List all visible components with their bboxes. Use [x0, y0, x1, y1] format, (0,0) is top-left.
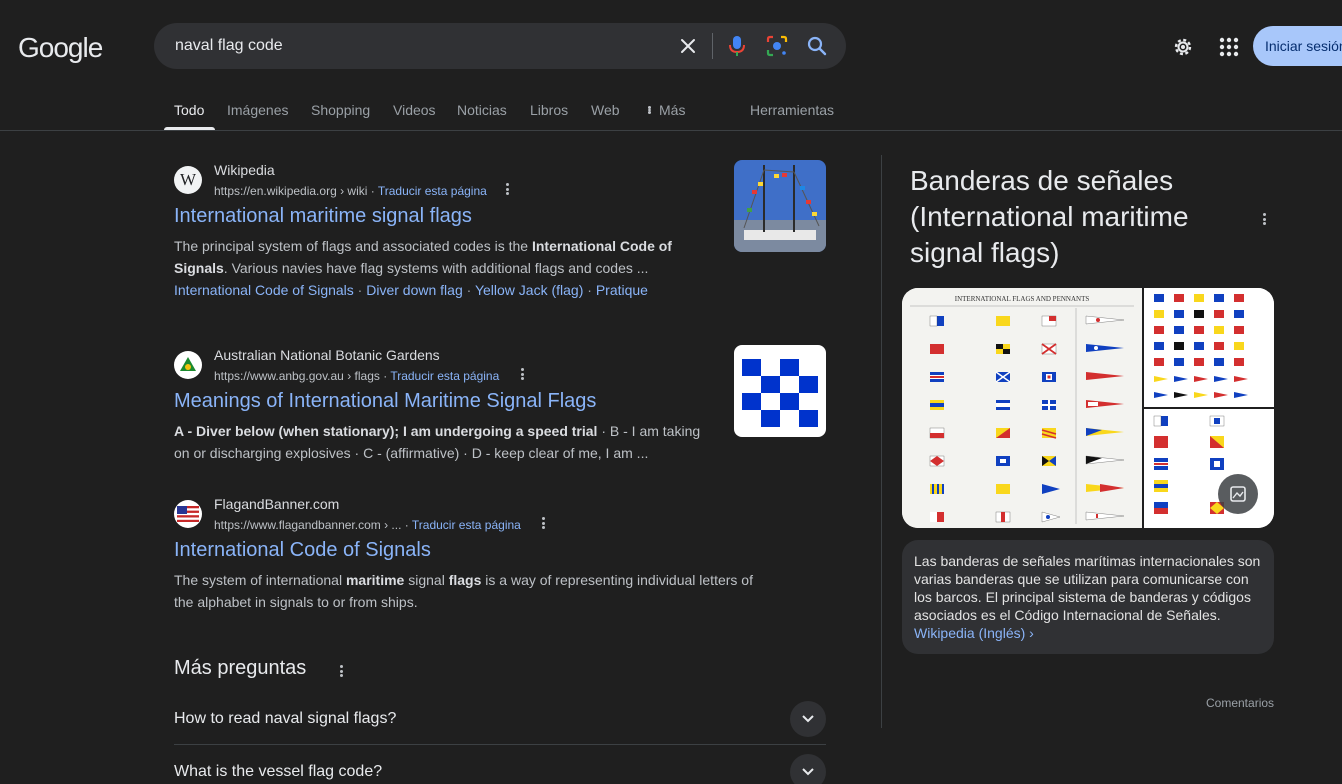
result-menu-icon[interactable]: [500, 181, 514, 197]
wikipedia-source-link[interactable]: Wikipedia (Inglés) ›: [914, 625, 1034, 641]
search-result: FlagandBanner.com https://www.flagandban…: [174, 496, 774, 616]
result-menu-icon[interactable]: [515, 366, 529, 382]
chevron-down-icon[interactable]: [790, 701, 826, 737]
tab-videos[interactable]: Videos: [393, 102, 436, 118]
chevron-right-icon: ›: [1029, 625, 1034, 641]
result-menu-icon[interactable]: [536, 515, 550, 531]
knowledge-panel-divider: [881, 155, 882, 728]
search-box[interactable]: [154, 23, 846, 69]
chevron-down-icon[interactable]: [790, 754, 826, 784]
sitelink[interactable]: Pratique: [596, 282, 648, 298]
search-result: W Wikipedia https://en.wikipedia.org › w…: [174, 162, 714, 302]
tab-all[interactable]: Todo: [174, 102, 204, 118]
anbg-favicon-icon: [174, 351, 202, 379]
search-result: Australian National Botanic Gardens http…: [174, 347, 714, 467]
knowledge-panel-menu-icon[interactable]: [1257, 211, 1271, 227]
result-site-name: Wikipedia: [214, 162, 275, 178]
translate-link[interactable]: Traducir esta página: [390, 369, 499, 383]
result-url-text: https://www.flagandbanner.com › ...: [214, 518, 402, 532]
knowledge-panel-title: Banderas de señales (International marit…: [910, 165, 1189, 268]
question-text: What is the vessel flag code?: [174, 763, 383, 780]
knowledge-panel-images[interactable]: INTERNATIONAL FLAGS AND PENNANTS: [902, 288, 1274, 528]
tools-button[interactable]: Herramientas: [750, 102, 834, 118]
question-text: How to read naval signal flags?: [174, 710, 397, 727]
lens-search-icon[interactable]: [765, 34, 789, 58]
result-url[interactable]: https://www.anbg.gov.au › flags · Traduc…: [214, 369, 499, 383]
result-site-name: Australian National Botanic Gardens: [214, 347, 440, 363]
feedback-link[interactable]: Comentarios: [1206, 696, 1274, 710]
sitelink[interactable]: Diver down flag: [366, 282, 463, 298]
apps-grid-icon[interactable]: [1217, 35, 1241, 59]
more-dots-icon: [645, 104, 653, 116]
signal-flags-chart-image[interactable]: INTERNATIONAL FLAGS AND PENNANTS: [902, 288, 1274, 528]
question-row[interactable]: How to read naval signal flags?: [174, 693, 826, 745]
result-title-link[interactable]: International Code of Signals: [174, 539, 431, 562]
more-questions-heading: Más preguntas: [174, 657, 307, 679]
active-tab-indicator: [164, 127, 215, 130]
flags-chart-heading: INTERNATIONAL FLAGS AND PENNANTS: [955, 295, 1090, 303]
tab-shopping[interactable]: Shopping: [311, 102, 370, 118]
result-title-link[interactable]: Meanings of International Maritime Signa…: [174, 390, 596, 413]
search-divider: [712, 33, 713, 59]
description-text: Las banderas de señales marítimas intern…: [914, 553, 1261, 623]
sitelink[interactable]: International Code of Signals: [174, 282, 354, 298]
translate-link[interactable]: Traducir esta página: [378, 184, 487, 198]
more-questions-menu-icon[interactable]: [334, 663, 348, 679]
search-icon[interactable]: [805, 34, 829, 58]
signin-button[interactable]: Iniciar sesión: [1253, 26, 1342, 66]
result-snippet: The system of international maritime sig…: [174, 572, 753, 610]
result-title-link[interactable]: International maritime signal flags: [174, 205, 472, 228]
result-snippet: The principal system of flags and associ…: [174, 238, 672, 276]
tab-more[interactable]: Más: [645, 102, 685, 118]
result-url[interactable]: https://en.wikipedia.org › wiki · Traduc…: [214, 184, 487, 198]
wikipedia-favicon-icon: W: [174, 166, 202, 194]
result-site-name: FlagandBanner.com: [214, 496, 340, 512]
settings-gear-icon[interactable]: [1171, 35, 1195, 59]
result-sitelinks: International Code of Signals · Diver do…: [174, 282, 648, 298]
question-row[interactable]: What is the vessel flag code?: [174, 746, 826, 784]
result-url[interactable]: https://www.flagandbanner.com › ... · Tr…: [214, 518, 521, 532]
result-url-text: https://www.anbg.gov.au › flags: [214, 369, 380, 383]
us-flag-favicon-icon: [174, 500, 202, 528]
n-flag-thumbnail[interactable]: [734, 345, 826, 437]
search-tabs: Todo Imágenes Shopping Videos Noticias L…: [0, 100, 1342, 131]
clear-search-icon[interactable]: [676, 34, 700, 58]
tab-web[interactable]: Web: [591, 102, 620, 118]
voice-search-icon[interactable]: [725, 34, 749, 58]
tab-books[interactable]: Libros: [530, 102, 568, 118]
search-input[interactable]: [175, 23, 655, 69]
tab-more-label: Más: [659, 102, 686, 118]
tab-news[interactable]: Noticias: [457, 102, 507, 118]
google-logo[interactable]: Google: [18, 32, 103, 64]
tall-ship-flags-thumbnail[interactable]: [734, 160, 826, 252]
knowledge-panel-description: Las banderas de señales marítimas intern…: [902, 540, 1274, 654]
sitelink[interactable]: Yellow Jack (flag): [475, 282, 583, 298]
translate-link[interactable]: Traducir esta página: [412, 518, 521, 532]
tab-images[interactable]: Imágenes: [227, 102, 288, 118]
result-snippet: A - Diver below (when stationary); I am …: [174, 423, 701, 461]
result-url-text: https://en.wikipedia.org › wiki: [214, 184, 368, 198]
